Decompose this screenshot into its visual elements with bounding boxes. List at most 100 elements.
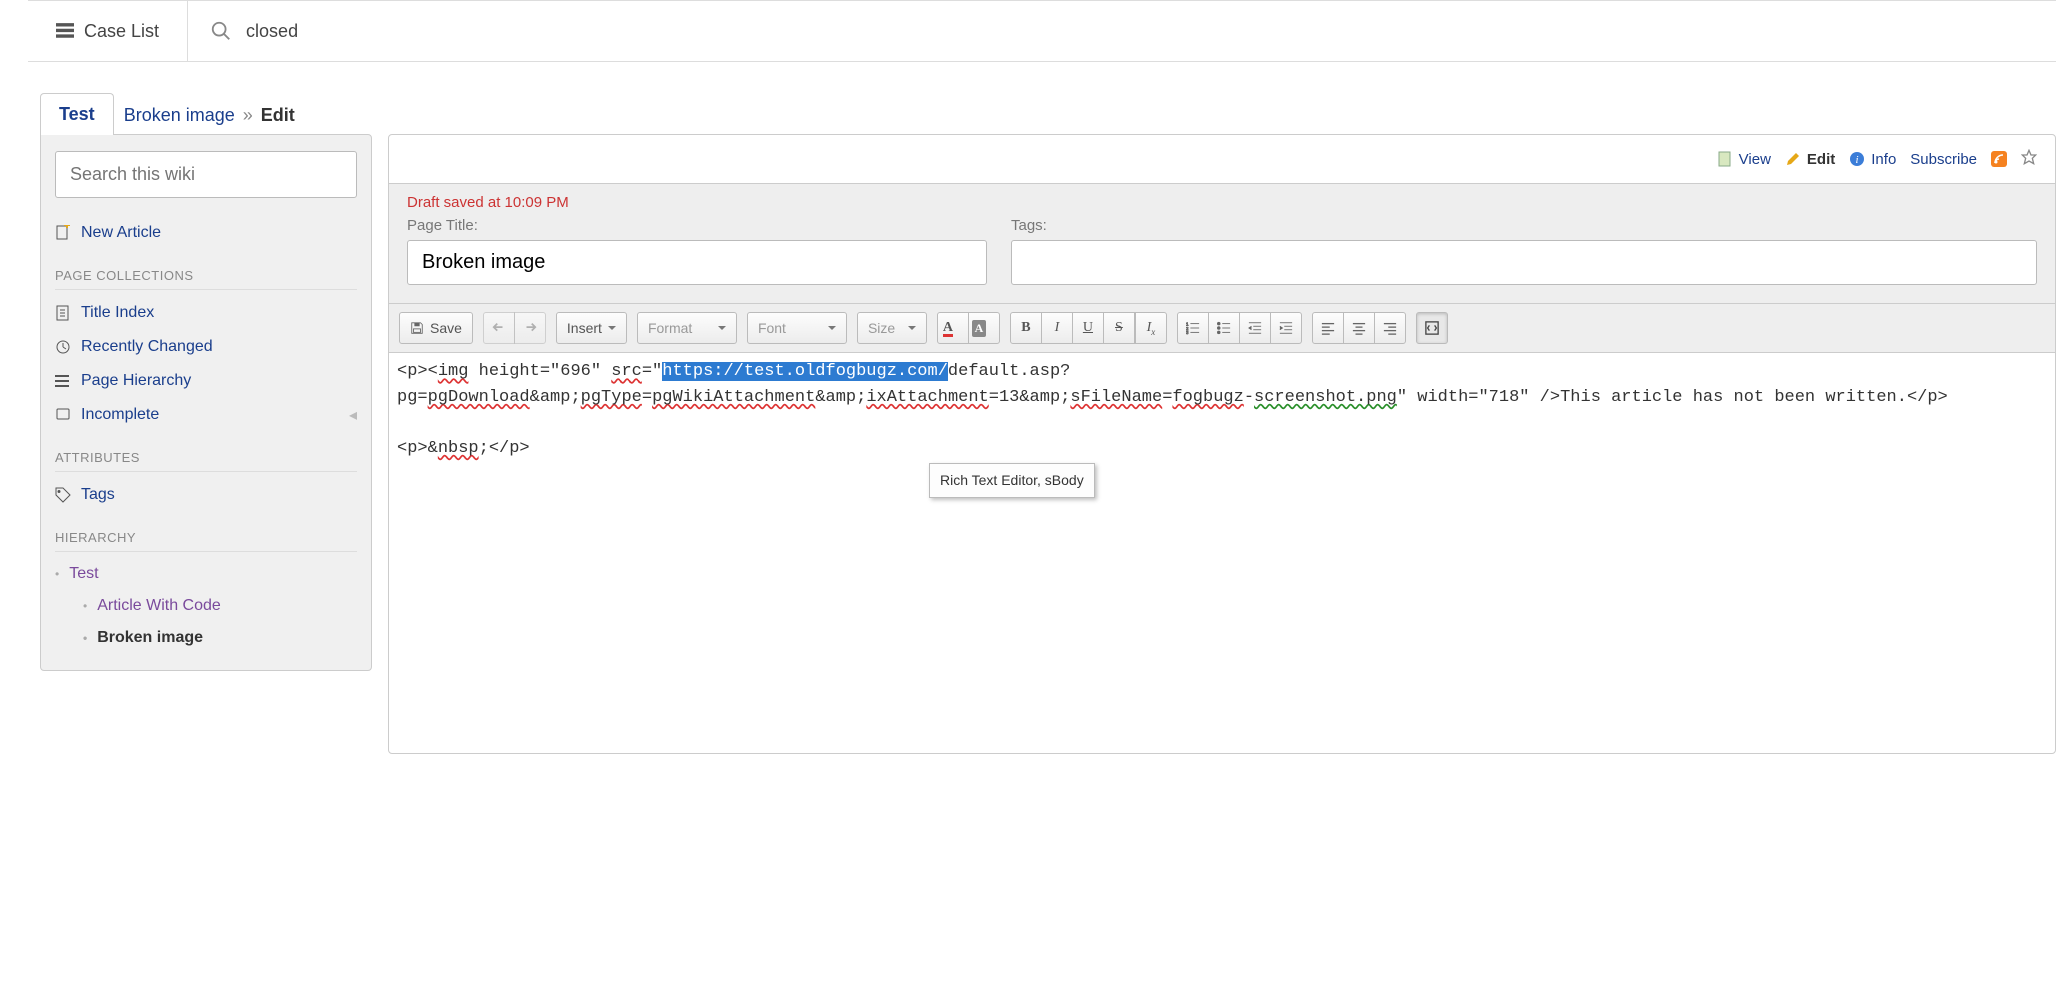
new-page-icon — [55, 225, 71, 241]
star-icon[interactable] — [2021, 149, 2037, 169]
align-left-button[interactable] — [1312, 312, 1344, 344]
pencil-icon — [1785, 151, 1801, 167]
font-label: Font — [758, 320, 786, 336]
list-indent-group: 123 — [1177, 312, 1302, 344]
breadcrumb-mode: Edit — [261, 105, 295, 126]
wiki-search-input[interactable] — [55, 151, 357, 198]
breadcrumb-page-link[interactable]: Broken image — [124, 105, 235, 126]
page-title-label: Page Title: — [407, 217, 987, 234]
title-index-link[interactable]: Title Index — [55, 296, 357, 330]
view-action[interactable]: View — [1717, 151, 1771, 168]
align-left-icon — [1321, 321, 1335, 335]
format-label: Format — [648, 320, 692, 336]
incomplete-icon — [55, 407, 71, 423]
tags-field-label: Tags: — [1011, 217, 2037, 234]
bg-color-button[interactable]: A — [968, 312, 1000, 344]
align-right-icon — [1383, 321, 1397, 335]
hierarchy-child-active[interactable]: • Broken image — [55, 622, 357, 654]
svg-text:3: 3 — [1186, 330, 1189, 335]
hierarchy-heading: Hierarchy — [55, 530, 357, 552]
editor-toolbar: Save Insert Format Font — [389, 303, 2055, 352]
page-title-field: Page Title: — [407, 217, 987, 285]
info-action[interactable]: i Info — [1849, 151, 1896, 168]
numbered-list-button[interactable]: 123 — [1177, 312, 1209, 344]
bold-button[interactable]: B — [1010, 312, 1042, 344]
page-title-input[interactable] — [407, 240, 987, 285]
bg-color-icon: A — [972, 320, 987, 337]
hierarchy-child-label: Article With Code — [97, 597, 221, 615]
text-color-button[interactable] — [937, 312, 969, 344]
bullet-list-button[interactable] — [1208, 312, 1240, 344]
strike-button[interactable]: S — [1103, 312, 1135, 344]
left-column: Test Broken image » Edit New Article Pag… — [40, 88, 372, 754]
hierarchy-root[interactable]: • Test — [55, 558, 357, 590]
wiki-tab[interactable]: Test — [40, 93, 114, 135]
tags-field: Tags: — [1011, 217, 2037, 285]
recently-changed-link[interactable]: Recently Changed — [55, 330, 357, 364]
hierarchy-child-label: Broken image — [97, 629, 203, 647]
highlighted-url: https://test.oldfogbugz.com/ — [662, 362, 948, 381]
content-pane: View Edit i Info Subscribe — [388, 134, 2056, 754]
italic-button[interactable]: I — [1041, 312, 1073, 344]
svg-text:i: i — [1856, 154, 1859, 166]
insert-dropdown[interactable]: Insert — [556, 312, 627, 344]
color-group: A — [937, 312, 1000, 344]
breadcrumb: Broken image » Edit — [124, 105, 295, 134]
edit-action[interactable]: Edit — [1785, 151, 1835, 168]
text-style-group: B I U S Ix — [1010, 312, 1167, 344]
subscribe-label: Subscribe — [1910, 151, 1977, 168]
new-article-link[interactable]: New Article — [55, 216, 357, 250]
outdent-button[interactable] — [1239, 312, 1271, 344]
case-list-button[interactable]: Case List — [28, 1, 188, 61]
bullet-icon: • — [83, 599, 87, 613]
redo-button[interactable] — [514, 312, 546, 344]
indent-button[interactable] — [1270, 312, 1302, 344]
recently-changed-label: Recently Changed — [81, 338, 213, 356]
index-icon — [55, 305, 71, 321]
save-button[interactable]: Save — [399, 312, 473, 344]
page-hierarchy-label: Page Hierarchy — [81, 372, 191, 390]
global-search-input[interactable] — [246, 21, 646, 42]
save-label: Save — [430, 320, 462, 336]
size-dropdown[interactable]: Size — [857, 312, 927, 344]
source-editor[interactable]: <p><img height="696" src="https://test.o… — [389, 352, 2055, 753]
chevron-left-icon: ◂ — [349, 405, 357, 425]
attributes-heading: Attributes — [55, 450, 357, 472]
align-center-icon — [1352, 321, 1366, 335]
undo-button[interactable] — [483, 312, 515, 344]
font-dropdown[interactable]: Font — [747, 312, 847, 344]
save-icon — [410, 321, 424, 335]
incomplete-label: Incomplete — [81, 406, 159, 424]
tag-icon — [55, 487, 71, 503]
tags-link[interactable]: Tags — [55, 478, 357, 512]
breadcrumb-separator: » — [243, 105, 253, 126]
remove-format-button[interactable]: Ix — [1135, 312, 1167, 344]
src-line2: <p>&nbsp;</p> — [397, 439, 530, 458]
underline-button[interactable]: U — [1072, 312, 1104, 344]
page-hierarchy-link[interactable]: Page Hierarchy — [55, 364, 357, 398]
format-dropdown[interactable]: Format — [637, 312, 737, 344]
field-row: Page Title: Tags: — [407, 217, 2037, 285]
title-index-label: Title Index — [81, 304, 154, 322]
source-button[interactable] — [1416, 312, 1448, 344]
hierarchy-child[interactable]: • Article With Code — [55, 590, 357, 622]
undo-icon — [492, 321, 506, 335]
view-label: View — [1739, 151, 1771, 168]
tags-input[interactable] — [1011, 240, 2037, 285]
right-column: View Edit i Info Subscribe — [372, 88, 2056, 754]
source-icon — [1425, 321, 1439, 335]
align-right-button[interactable] — [1374, 312, 1406, 344]
subscribe-action[interactable]: Subscribe — [1910, 151, 1977, 168]
breadcrumb-row: Test Broken image » Edit — [40, 88, 372, 134]
caret-down-icon — [608, 326, 616, 330]
info-icon: i — [1849, 151, 1865, 167]
rss-icon[interactable] — [1991, 151, 2007, 167]
incomplete-link[interactable]: Incomplete ◂ — [55, 398, 357, 432]
info-label: Info — [1871, 151, 1896, 168]
global-search[interactable] — [188, 1, 2056, 61]
align-center-button[interactable] — [1343, 312, 1375, 344]
rss-glyph — [1994, 154, 2004, 164]
caret-down-icon — [828, 326, 836, 330]
redo-icon — [523, 321, 537, 335]
text-color-icon — [943, 320, 953, 337]
